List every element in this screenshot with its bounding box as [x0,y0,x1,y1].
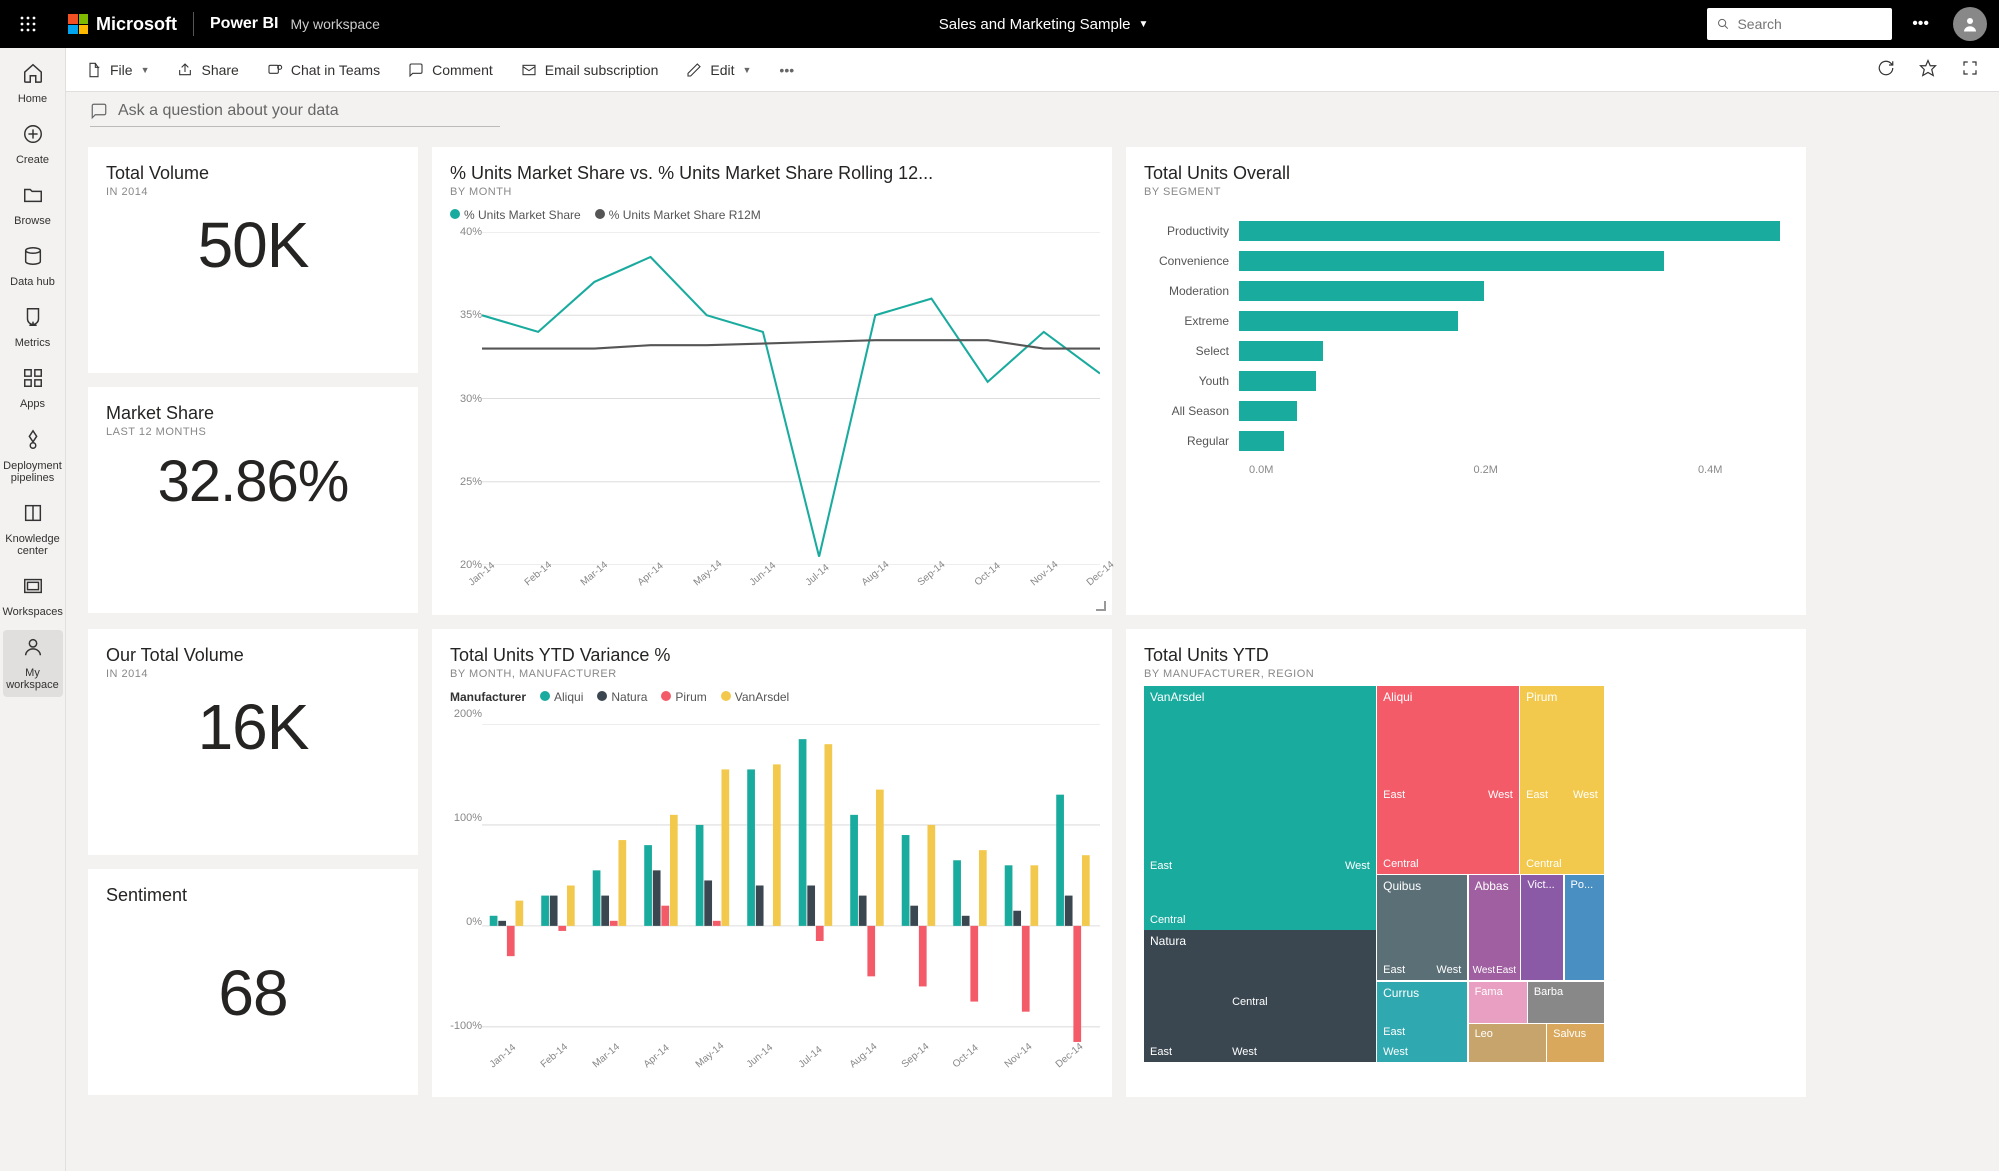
nav-apps[interactable]: Apps [3,361,63,416]
x-axis: Jan-14Feb-14Mar-14Apr-14May-14Jun-14Jul-… [482,1049,1100,1089]
tile-subtitle: BY MONTH, MANUFACTURER [450,668,1094,680]
chart-plot-area: ProductivityConvenienceModerationExtreme… [1144,216,1788,456]
global-header: Microsoft Power BI My workspace Sales an… [0,0,1999,48]
dashboard-title-dropdown[interactable]: Sales and Marketing Sample ▼ [939,16,1149,33]
kpi-value: 50K [106,208,400,282]
tile-subtitle: BY MONTH [450,186,1094,198]
x-axis: 0.0M 0.2M 0.4M [1249,464,1788,476]
chevron-down-icon: ▼ [141,65,150,75]
chevron-down-icon: ▼ [1139,19,1149,30]
nav-home[interactable]: Home [3,56,63,111]
tile-subtitle: IN 2014 [106,186,400,198]
tile-subtitle: IN 2014 [106,668,400,680]
tile-title: Total Volume [106,163,400,184]
tile-treemap-ytd[interactable]: Total Units YTD BY MANUFACTURER, REGION … [1126,629,1806,1097]
cmd-email-subscription[interactable]: Email subscription [521,62,659,78]
chevron-down-icon: ▼ [743,65,752,75]
nav-datahub[interactable]: Data hub [3,239,63,294]
command-bar: File▼ Share Chat in Teams Comment Email … [66,48,1999,92]
search-input[interactable] [1737,16,1882,32]
chart-legend: % Units Market Share % Units Market Shar… [450,208,1094,222]
dashboard-canvas: Total Volume IN 2014 50K Market Share LA… [66,135,1999,1171]
fullscreen-icon[interactable] [1961,59,1979,80]
divider [193,12,194,36]
tile-our-total-volume[interactable]: Our Total Volume IN 2014 16K [88,629,418,855]
favorite-icon[interactable] [1919,59,1937,80]
cmd-file[interactable]: File▼ [86,62,149,78]
product-brand: Power BI [210,15,278,33]
global-search[interactable] [1707,8,1892,40]
tile-ytd-variance[interactable]: Total Units YTD Variance % BY MONTH, MAN… [432,629,1112,1097]
tile-total-units-segment[interactable]: Total Units Overall BY SEGMENT Productiv… [1126,147,1806,615]
qna-bar: Ask a question about your data [66,92,1999,135]
kpi-value: 68 [106,956,400,1030]
kpi-value: 16K [106,690,400,764]
tile-total-volume[interactable]: Total Volume IN 2014 50K [88,147,418,373]
cmd-chat-teams[interactable]: Chat in Teams [267,62,380,78]
cmd-edit[interactable]: Edit▼ [686,62,751,78]
microsoft-logo: Microsoft [68,14,177,35]
nav-knowledge[interactable]: Knowledge center [3,496,63,563]
nav-workspaces[interactable]: Workspaces [3,569,63,624]
microsoft-label: Microsoft [96,14,177,35]
nav-create[interactable]: Create [3,117,63,172]
nav-browse[interactable]: Browse [3,178,63,233]
y-axis: 40% 35% 30% 25% 20% [446,232,482,565]
chart-legend: Manufacturer Aliqui Natura Pirum VanArsd… [450,690,1094,704]
tile-title: Sentiment [106,885,400,906]
nav-deployment[interactable]: Deployment pipelines [3,423,63,490]
left-nav: Home Create Browse Data hub Metrics Apps… [0,48,66,1171]
chart-plot-area [482,724,1100,1047]
chart-plot-area [482,232,1100,565]
cmd-more[interactable]: ••• [779,62,794,78]
kpi-value: 32.86% [106,448,400,515]
tile-market-share[interactable]: Market Share LAST 12 MONTHS 32.86% [88,387,418,613]
refresh-icon[interactable] [1877,59,1895,80]
dashboard-title: Sales and Marketing Sample [939,16,1131,33]
more-icon[interactable]: ••• [1912,15,1929,33]
cmd-share[interactable]: Share [177,62,238,78]
tile-title: Total Units YTD Variance % [450,645,1094,666]
qna-placeholder: Ask a question about your data [118,102,339,120]
cmd-comment[interactable]: Comment [408,62,493,78]
y-axis: 200% 100% 0% -100% [446,714,482,1047]
workspace-breadcrumb[interactable]: My workspace [290,16,379,32]
focus-mode-icon[interactable] [1096,601,1106,611]
qna-input[interactable]: Ask a question about your data [90,102,500,127]
tile-title: Total Units Overall [1144,163,1788,184]
x-axis: Jan-14Feb-14Mar-14Apr-14May-14Jun-14Jul-… [482,567,1100,607]
tile-subtitle: BY SEGMENT [1144,186,1788,198]
tile-title: Our Total Volume [106,645,400,666]
tile-subtitle: BY MANUFACTURER, REGION [1144,668,1788,680]
tile-title: % Units Market Share vs. % Units Market … [450,163,1094,184]
tile-subtitle: LAST 12 MONTHS [106,426,400,438]
nav-my-workspace[interactable]: My workspace [3,630,63,697]
treemap-plot: VanArsdelEastWestCentral NaturaEastCentr… [1144,686,1788,1062]
tile-sentiment[interactable]: Sentiment 68 [88,869,418,1095]
tile-title: Market Share [106,403,400,424]
tile-market-share-line[interactable]: % Units Market Share vs. % Units Market … [432,147,1112,615]
user-avatar[interactable] [1953,7,1987,41]
tile-title: Total Units YTD [1144,645,1788,666]
nav-metrics[interactable]: Metrics [3,300,63,355]
app-launcher-icon[interactable] [12,8,44,40]
